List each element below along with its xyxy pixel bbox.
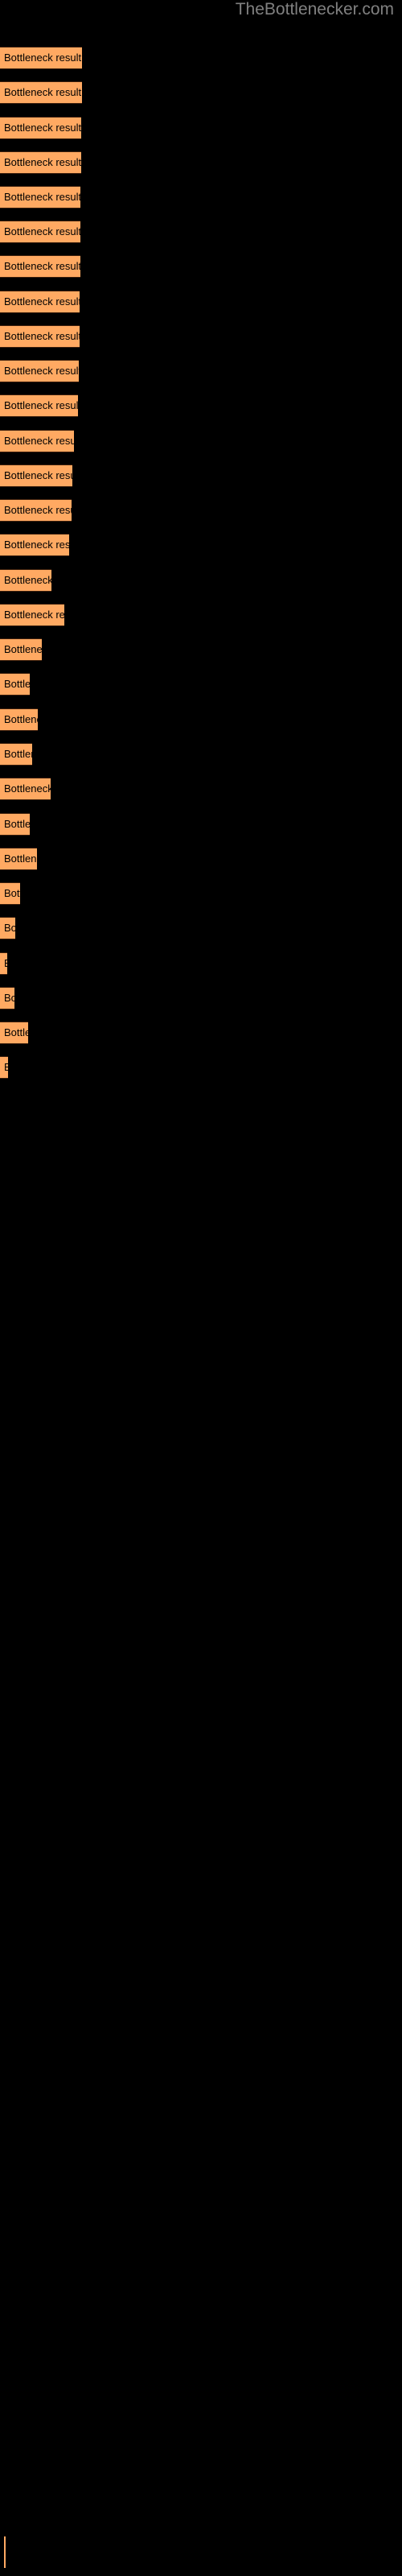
bar-label: Bottleneck result (4, 365, 80, 377)
bar-label-clip: Bottleneck result (0, 708, 39, 731)
bar-label: Bottleneck result (4, 782, 52, 795)
bar-row[interactable]: Bottleneck result (0, 987, 402, 1009)
bar-row[interactable]: Bottleneck result (0, 952, 402, 975)
bar-label: Bottleneck result (4, 609, 66, 621)
bar-label-clip: Bottleneck result (0, 604, 66, 626)
bar-row[interactable]: Bottleneck result (0, 534, 402, 556)
bar-label-clip: Bottleneck result (0, 499, 73, 522)
bar-label-clip: Bottleneck result (0, 151, 83, 174)
bar-label: Bottleneck result (4, 295, 81, 308)
bottleneck-chart-page: TheBottlenecker.com Bottleneck result Bot… (0, 0, 402, 2576)
bar-label-clip: Bottleneck result (0, 430, 76, 452)
bar-label: Bottleneck result (4, 922, 17, 934)
bar-label: Bottleneck result (4, 957, 9, 969)
bar-row[interactable]: Bottleneck result (0, 430, 402, 452)
bar-label: Bottleneck result (4, 435, 76, 447)
bar-label: Bottleneck result (4, 1026, 30, 1038)
bar-label: Bottleneck result (4, 643, 43, 655)
bar-label-clip: Bottleneck result (0, 569, 53, 592)
bar-label: Bottleneck result (4, 992, 16, 1004)
bar-row[interactable]: Bottleneck result (0, 151, 402, 174)
bar-row[interactable]: Bottleneck result (0, 1056, 402, 1079)
bar-label: Bottleneck result (4, 504, 73, 516)
bar-row[interactable]: Bottleneck result (0, 499, 402, 522)
bar-label-clip: Bottleneck result (0, 952, 9, 975)
bar-label-clip: Bottleneck result (0, 81, 84, 104)
bar-row[interactable]: Bottleneck result (0, 673, 402, 696)
bar-label-clip: Bottleneck result (0, 638, 43, 661)
bar-label: Bottleneck result (4, 469, 74, 481)
bar-label: Bottleneck result (4, 225, 82, 237)
bar-label-clip: Bottleneck result (0, 291, 81, 313)
bar-rect[interactable] (4, 2536, 6, 2568)
bar-label: Bottleneck result (4, 399, 80, 411)
bar-label: Bottleneck result (4, 574, 53, 586)
bar-label: Bottleneck result (4, 122, 82, 134)
bar-row[interactable]: Bottleneck result (0, 291, 402, 313)
bar-label-clip: Bottleneck result (0, 534, 71, 556)
bar-row[interactable]: Bottleneck result (0, 813, 402, 836)
bar-label-clip: Bottleneck result (0, 47, 84, 69)
bar-label: Bottleneck result (4, 852, 39, 865)
bar-label: Bottleneck result (4, 678, 31, 690)
bar-label: Bottleneck result (4, 52, 82, 64)
bar-label: Bottleneck result (4, 539, 71, 551)
bar-row[interactable]: Bottleneck result (0, 464, 402, 487)
bar-chart-plot-area: Bottleneck result Bottleneck result Bottle… (0, 0, 402, 2576)
bar-label-clip: Bottleneck result (0, 1022, 30, 1044)
bar-row[interactable]: Bottleneck result (0, 1022, 402, 1044)
bar-label-clip: Bottleneck result (0, 673, 31, 696)
bar-row[interactable] (0, 2536, 402, 2568)
bar-label-clip: Bottleneck result (0, 848, 39, 870)
bar-row[interactable]: Bottleneck result (0, 360, 402, 382)
bar-label-clip: Bottleneck result (0, 186, 82, 208)
bar-label-clip: Bottleneck result (0, 778, 52, 800)
bar-label: Bottleneck result (4, 713, 39, 725)
bar-label: Bottleneck result (4, 86, 82, 98)
bar-label-clip: Bottleneck result (0, 464, 74, 487)
bar-label-clip: Bottleneck result (0, 987, 16, 1009)
bar-label-clip: Bottleneck result (0, 325, 81, 348)
bar-label-clip: Bottleneck result (0, 117, 83, 139)
bar-label: Bottleneck result (4, 748, 34, 760)
bar-row[interactable]: Bottleneck result (0, 743, 402, 766)
bar-row[interactable]: Bottleneck result (0, 255, 402, 278)
bar-label-clip: Bottleneck result (0, 221, 82, 243)
bar-row[interactable]: Bottleneck result (0, 47, 402, 69)
bar-row[interactable]: Bottleneck result (0, 917, 402, 939)
bar-label: Bottleneck result (4, 260, 82, 272)
bar-row[interactable]: Bottleneck result (0, 117, 402, 139)
bar-label-clip: Bottleneck result (0, 255, 82, 278)
bar-label-clip: Bottleneck result (0, 882, 22, 905)
bar-row[interactable]: Bottleneck result (0, 604, 402, 626)
bar-row[interactable]: Bottleneck result (0, 394, 402, 417)
bar-label-clip: Bottleneck result (0, 360, 80, 382)
bar-label: Bottleneck result (4, 330, 81, 342)
bar-label-clip: Bottleneck result (0, 813, 31, 836)
bar-row[interactable]: Bottleneck result (0, 186, 402, 208)
bar-row[interactable]: Bottleneck result (0, 81, 402, 104)
bar-label: Bottleneck result (4, 818, 31, 830)
bar-row[interactable]: Bottleneck result (0, 848, 402, 870)
bar-label-clip: Bottleneck result (0, 743, 34, 766)
bar-label: Bottleneck result (4, 887, 22, 899)
bar-row[interactable]: Bottleneck result (0, 325, 402, 348)
bar-label: Bottleneck result (4, 191, 82, 203)
bar-row[interactable]: Bottleneck result (0, 638, 402, 661)
bar-label: Bottleneck result (4, 1061, 10, 1073)
bar-row[interactable]: Bottleneck result (0, 221, 402, 243)
bar-label: Bottleneck result (4, 156, 82, 168)
bar-row[interactable]: Bottleneck result (0, 882, 402, 905)
bar-row[interactable]: Bottleneck result (0, 708, 402, 731)
bar-row[interactable]: Bottleneck result (0, 569, 402, 592)
bar-label-clip: Bottleneck result (0, 1056, 10, 1079)
bar-label-clip: Bottleneck result (0, 394, 80, 417)
bar-row[interactable]: Bottleneck result (0, 778, 402, 800)
bar-label-clip: Bottleneck result (0, 917, 17, 939)
